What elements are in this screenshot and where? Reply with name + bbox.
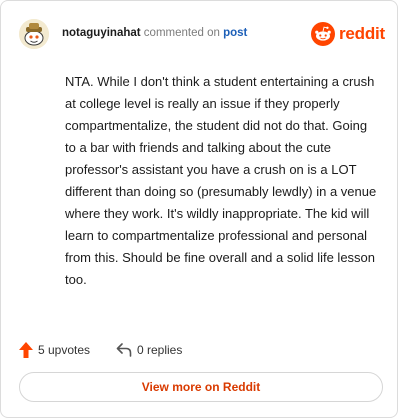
reply-count: 0 replies <box>137 343 183 357</box>
commented-on-text: commented on <box>143 27 220 39</box>
reddit-logo-icon <box>310 22 335 46</box>
upvote-arrow-icon <box>19 342 33 358</box>
upvote-button[interactable]: 5 upvotes <box>19 340 90 360</box>
snoo-avatar-icon[interactable] <box>19 19 49 49</box>
reply-button[interactable]: 0 replies <box>116 340 182 360</box>
username-link[interactable]: notaguyinahat <box>62 27 141 39</box>
comment-actions: 5 upvotes 0 replies <box>19 340 385 360</box>
comment-header: notaguyinahat commented on post reddit <box>19 17 385 51</box>
reply-arrow-icon <box>116 343 132 357</box>
post-link[interactable]: post <box>223 27 247 39</box>
reddit-wordmark: reddit <box>338 24 385 43</box>
comment-meta: notaguyinahat commented on post <box>62 27 247 39</box>
reddit-logo[interactable]: reddit <box>310 21 385 47</box>
comment-body: NTA. While I don't think a student enter… <box>65 74 377 287</box>
comment-embed-card: notaguyinahat commented on post reddit N… <box>0 0 398 418</box>
view-more-button[interactable]: View more on Reddit <box>19 372 383 402</box>
upvote-count: 5 upvotes <box>38 343 91 357</box>
